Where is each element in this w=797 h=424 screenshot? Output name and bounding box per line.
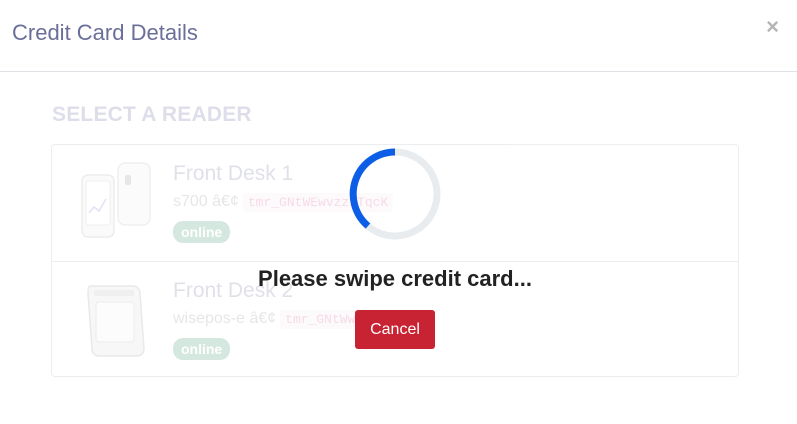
modal-body: SELECT A READER Front Desk 1 s700 â€¢ tmr… [0, 72, 797, 424]
modal-header: Credit Card Details × [0, 0, 797, 72]
cancel-button[interactable]: Cancel [355, 310, 435, 349]
swipe-card-message: Please swipe credit card... [258, 266, 532, 291]
close-icon[interactable]: × [766, 15, 779, 39]
modal-title: Credit Card Details [12, 20, 198, 45]
loading-spinner-icon [349, 148, 441, 240]
credit-card-modal: Credit Card Details × SELECT A READER Fr… [0, 0, 797, 424]
processing-overlay: Please swipe credit card... Cancel [0, 72, 797, 424]
